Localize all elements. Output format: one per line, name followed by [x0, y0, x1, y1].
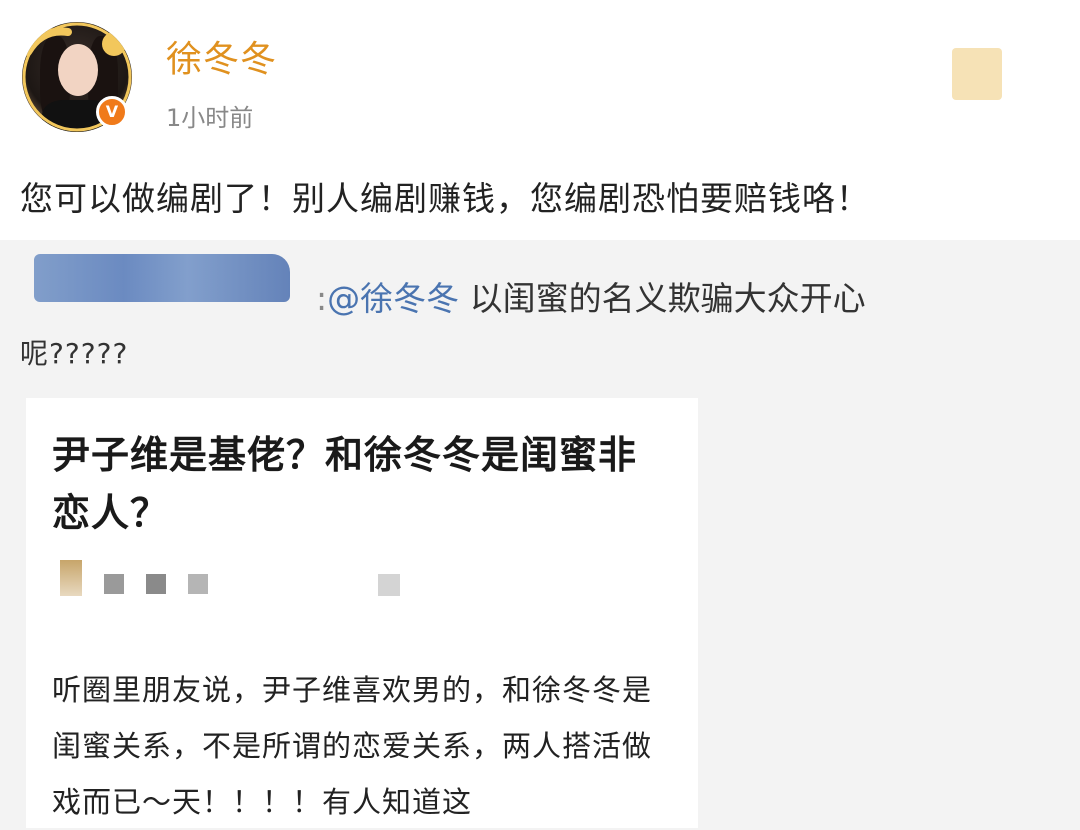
verified-badge-icon: V	[96, 96, 128, 128]
blurred-meta-block	[378, 574, 400, 596]
blurred-meta-avatar	[60, 560, 82, 596]
post-timestamp: 1小时前	[166, 104, 254, 132]
article-title[interactable]: 尹子维是基佬？和徐冬冬是闺蜜非恋人？	[52, 426, 672, 542]
post-text: 您可以做编剧了！别人编剧赚钱，您编剧恐怕要赔钱咯！	[20, 179, 870, 218]
article-body: 听圈里朋友说，尹子维喜欢男的，和徐冬冬是闺蜜关系，不是所谓的恋爱关系，两人搭活做…	[52, 673, 653, 819]
post-username[interactable]: 徐冬冬	[166, 30, 277, 82]
repost-text-line1: :@徐冬冬 以闺蜜的名义欺骗大众开心	[316, 272, 866, 320]
repost-separator: :	[316, 279, 328, 318]
blurred-meta-block	[188, 574, 208, 594]
blurred-meta-block	[146, 574, 166, 594]
repost-text: 以闺蜜的名义欺骗大众开心	[459, 279, 866, 318]
blurred-meta-block	[104, 574, 124, 594]
blurred-repost-username[interactable]	[34, 254, 290, 302]
mention-link[interactable]: @徐冬冬	[327, 279, 459, 318]
repost-text-line2: 呢?????	[20, 337, 129, 370]
follow-button[interactable]	[952, 48, 1002, 100]
